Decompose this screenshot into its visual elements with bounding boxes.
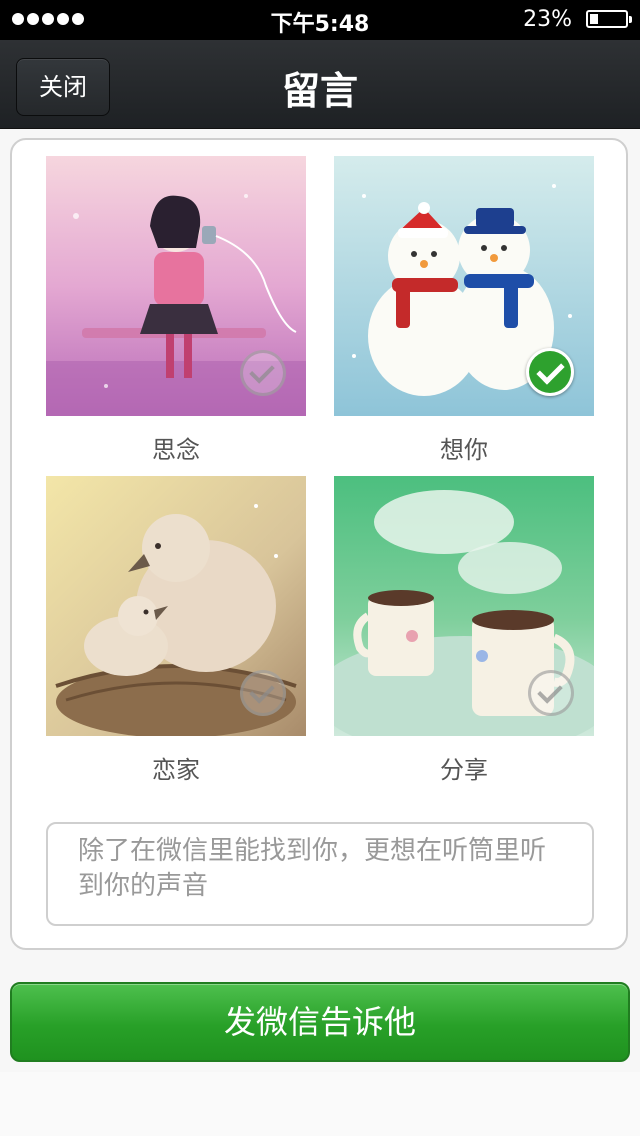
battery-percentage: 23%: [523, 7, 572, 32]
message-card: 思念 想你 恋家 分享 除了在微信里能找到你，更想在听筒里听到你的声音: [10, 138, 628, 950]
battery-icon: [586, 10, 632, 28]
template-caption: 思念: [152, 436, 200, 464]
page-title: 留言: [281, 69, 358, 113]
template-card-fenxiang[interactable]: [334, 476, 594, 736]
template-caption: 分享: [440, 756, 488, 784]
checkbox-unchecked-icon[interactable]: [240, 350, 286, 396]
template-caption: 恋家: [152, 756, 200, 784]
template-card-sinian[interactable]: [46, 156, 306, 416]
checkbox-checked-icon[interactable]: [526, 348, 574, 396]
template-card-lianjia[interactable]: [46, 476, 306, 736]
navigation-bar: 关闭 留言: [0, 40, 640, 129]
checkbox-unchecked-icon[interactable]: [528, 670, 574, 716]
send-wechat-button[interactable]: 发微信告诉他: [10, 982, 630, 1062]
template-caption: 想你: [440, 436, 488, 464]
checkbox-unchecked-icon[interactable]: [240, 670, 286, 716]
template-card-xiangni[interactable]: [334, 156, 594, 416]
message-textarea[interactable]: 除了在微信里能找到你，更想在听筒里听到你的声音: [46, 822, 594, 926]
status-bar: 下午5:48 23%: [0, 0, 640, 40]
bottom-background: [0, 1072, 640, 1136]
